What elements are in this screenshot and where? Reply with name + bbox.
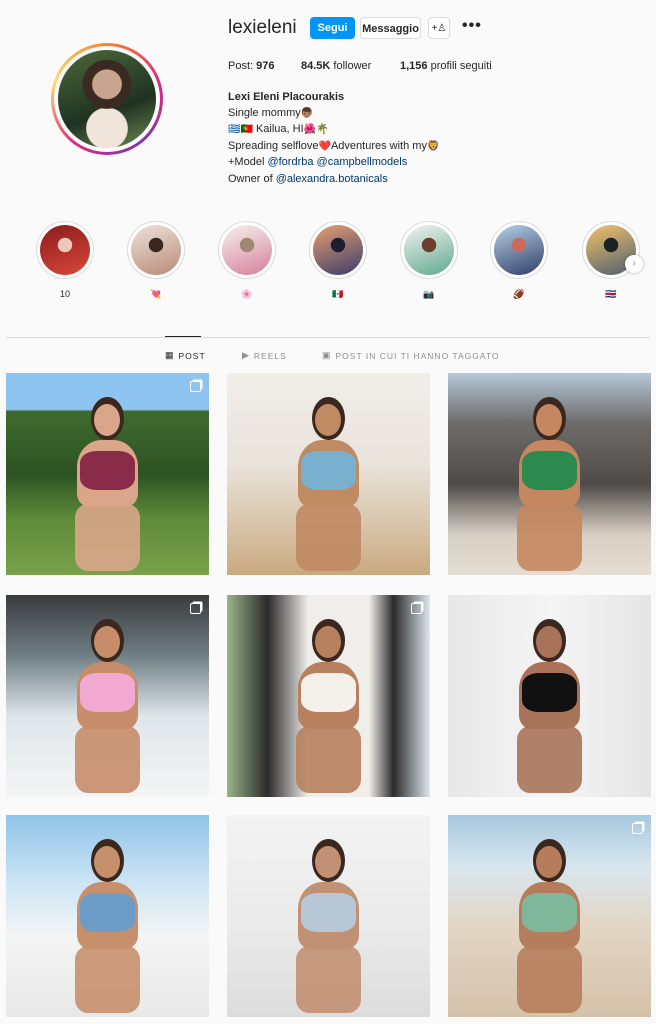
highlight-cover-ring bbox=[36, 221, 94, 279]
heart-emoji: ❤️ bbox=[318, 141, 331, 152]
post-subject bbox=[67, 839, 148, 1017]
highlight-cover-image bbox=[313, 225, 363, 275]
post-thumbnail[interactable] bbox=[6, 373, 209, 575]
tab-posts[interactable]: ▦ POST bbox=[165, 350, 206, 361]
post-subject bbox=[509, 839, 590, 1017]
profile-username: lexieleni bbox=[228, 17, 297, 38]
following-count[interactable]: 1,156 profili seguiti bbox=[400, 60, 492, 72]
post-thumbnail[interactable] bbox=[6, 595, 209, 797]
post-subject bbox=[288, 397, 369, 575]
multiple-posts-icon bbox=[632, 823, 643, 834]
highlight-cover-ring bbox=[309, 221, 367, 279]
add-user-icon: +♙ bbox=[431, 23, 447, 34]
story-highlight[interactable]: 10 bbox=[36, 221, 94, 300]
profile-avatar[interactable] bbox=[58, 50, 156, 148]
highlight-cover-image bbox=[131, 225, 181, 275]
story-highlight[interactable]: 🏈 bbox=[490, 221, 548, 300]
mention-link[interactable]: @fordrba bbox=[267, 156, 313, 168]
mention-link[interactable]: @campbellmodels bbox=[317, 156, 408, 168]
bio-line: Spreading selflove❤️Adventures with my🦁 bbox=[228, 140, 440, 152]
boy-emoji: 👦🏽 bbox=[300, 108, 314, 119]
highlight-label: 🌸 bbox=[241, 289, 253, 299]
mention-link[interactable]: @alexandra.botanicals bbox=[276, 173, 388, 185]
highlight-cover-image bbox=[222, 225, 272, 275]
highlight-label: 🏈 bbox=[513, 289, 525, 299]
post-thumbnail[interactable] bbox=[448, 595, 651, 797]
posts-count: Post: 976 bbox=[228, 60, 275, 72]
highlight-cover-image bbox=[404, 225, 454, 275]
reels-icon: ▶ bbox=[242, 350, 250, 360]
grid-icon: ▦ bbox=[165, 350, 175, 360]
profile-full-name: Lexi Eleni Placourakis bbox=[228, 91, 345, 103]
post-subject bbox=[288, 839, 369, 1017]
story-highlight[interactable]: 🇲🇽 bbox=[309, 221, 367, 300]
bio-line: +Model @fordrba @campbellmodels bbox=[228, 156, 408, 168]
highlight-label: 🇲🇽 bbox=[332, 289, 344, 299]
story-highlight[interactable]: 📷 bbox=[400, 221, 458, 300]
tab-tagged[interactable]: ▣ POST IN CUI TI HANNO TAGGATO bbox=[322, 350, 500, 361]
profile-avatar-ring[interactable] bbox=[51, 43, 163, 155]
highlight-label: 📷 bbox=[423, 289, 435, 299]
bio-line: 🇬🇷🇵🇹 Kailua, HI🌺🌴 bbox=[228, 123, 329, 135]
post-thumbnail[interactable] bbox=[227, 595, 430, 797]
avatar-border bbox=[54, 46, 160, 152]
highlight-cover-image bbox=[40, 225, 90, 275]
tabs-divider bbox=[6, 337, 650, 338]
bio-line: Single mommy👦🏽 bbox=[228, 107, 314, 119]
post-subject bbox=[509, 619, 590, 797]
multiple-posts-icon bbox=[190, 603, 201, 614]
highlight-label: 💘 bbox=[150, 289, 162, 299]
chevron-right-icon[interactable]: › bbox=[625, 255, 643, 273]
highlight-label: 🇨🇷 bbox=[605, 289, 617, 299]
bio-line: Owner of @alexandra.botanicals bbox=[228, 173, 388, 185]
multiple-posts-icon bbox=[190, 381, 201, 392]
story-highlight[interactable]: 💘 bbox=[127, 221, 185, 300]
followers-count[interactable]: 84.5K follower bbox=[301, 60, 371, 72]
suggested-users-button[interactable]: +♙ bbox=[428, 17, 450, 39]
flag-emoji: 🇬🇷🇵🇹 bbox=[228, 124, 253, 135]
post-thumbnail[interactable] bbox=[448, 373, 651, 575]
highlight-cover-image bbox=[494, 225, 544, 275]
active-tab-indicator bbox=[165, 336, 201, 337]
follow-button[interactable]: Segui bbox=[310, 17, 355, 39]
more-options-icon[interactable]: ••• bbox=[462, 17, 481, 37]
post-subject bbox=[509, 397, 590, 575]
highlight-label: 10 bbox=[59, 289, 70, 299]
post-thumbnail[interactable] bbox=[227, 373, 430, 575]
story-highlight[interactable]: 🌸 bbox=[218, 221, 276, 300]
post-subject bbox=[288, 619, 369, 797]
message-button[interactable]: Messaggio bbox=[360, 17, 421, 39]
post-thumbnail[interactable] bbox=[6, 815, 209, 1017]
highlight-cover-ring bbox=[218, 221, 276, 279]
highlight-cover-ring bbox=[400, 221, 458, 279]
highlight-cover-ring bbox=[490, 221, 548, 279]
post-subject bbox=[67, 619, 148, 797]
flower-palm-emoji: 🌺🌴 bbox=[303, 124, 329, 135]
post-thumbnail[interactable] bbox=[227, 815, 430, 1017]
tagged-icon: ▣ bbox=[322, 350, 332, 360]
post-thumbnail[interactable] bbox=[448, 815, 651, 1017]
post-subject bbox=[67, 397, 148, 575]
tab-reels[interactable]: ▶ REELS bbox=[242, 350, 287, 361]
lion-emoji: 🦁 bbox=[426, 141, 440, 152]
highlight-cover-ring bbox=[127, 221, 185, 279]
multiple-posts-icon bbox=[411, 603, 422, 614]
